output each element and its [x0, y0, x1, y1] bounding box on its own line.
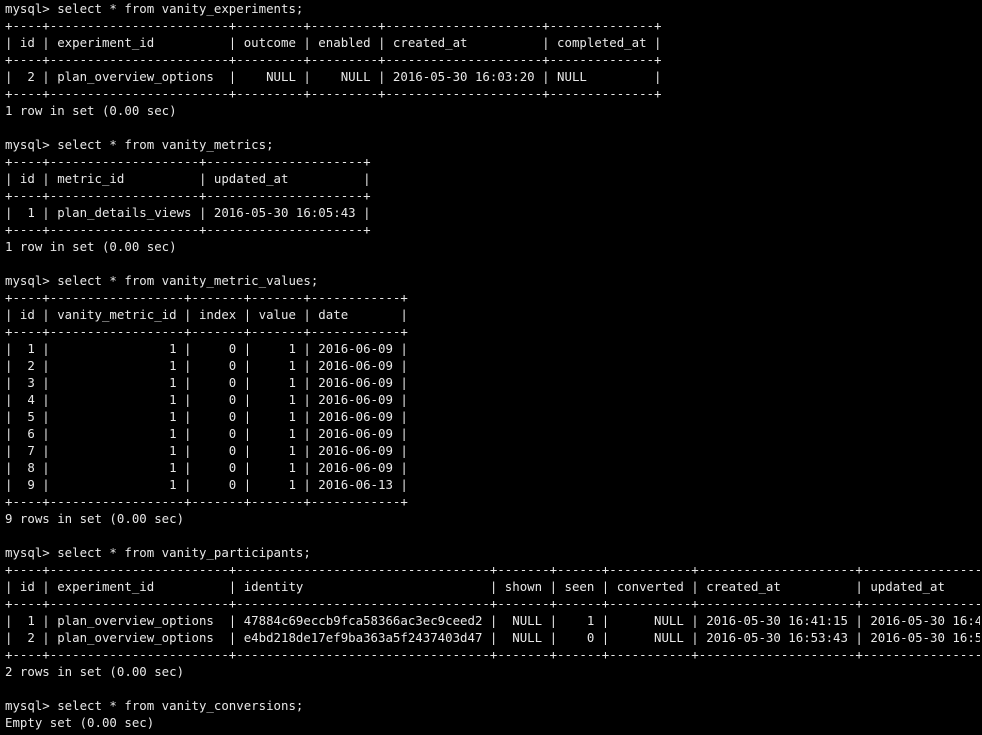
table-header: | id | vanity_metric_id | index | value …: [5, 307, 408, 322]
table-border: +----+------------------------+---------…: [5, 562, 980, 577]
table-border: +----+------------------------+---------…: [5, 52, 662, 67]
table-row: | 7 | 1 | 0 | 1 | 2016-06-09 |: [5, 443, 408, 458]
result-summary: 1 row in set (0.00 sec): [5, 103, 177, 118]
table-header: | id | metric_id | updated_at |: [5, 171, 371, 186]
table-border: +----+--------------------+-------------…: [5, 154, 371, 169]
table-border: +----+------------------+-------+-------…: [5, 494, 408, 509]
table-row: | 6 | 1 | 0 | 1 | 2016-06-09 |: [5, 426, 408, 441]
terminal-output[interactable]: mysql> select * from vanity_experiments;…: [5, 0, 980, 735]
table-row: | 2 | plan_overview_options | e4bd218de1…: [5, 630, 980, 645]
table-header: | id | experiment_id | identity | shown …: [5, 579, 980, 594]
command-line: mysql> select * from vanity_participants…: [5, 545, 311, 560]
table-border: +----+------------------------+---------…: [5, 647, 980, 662]
table-row: | 1 | plan_overview_options | 47884c69ec…: [5, 613, 980, 628]
command-line: mysql> select * from vanity_metrics;: [5, 137, 274, 152]
table-row: | 8 | 1 | 0 | 1 | 2016-06-09 |: [5, 460, 408, 475]
table-border: +----+------------------+-------+-------…: [5, 290, 408, 305]
table-row: | 5 | 1 | 0 | 1 | 2016-06-09 |: [5, 409, 408, 424]
table-border: +----+------------------------+---------…: [5, 18, 662, 33]
table-border: +----+--------------------+-------------…: [5, 222, 371, 237]
table-row: | 3 | 1 | 0 | 1 | 2016-06-09 |: [5, 375, 408, 390]
table-row: | 2 | plan_overview_options | NULL | NUL…: [5, 69, 662, 84]
command-line: mysql> select * from vanity_metric_value…: [5, 273, 319, 288]
command-line: mysql> select * from vanity_conversions;: [5, 698, 304, 713]
table-border: +----+--------------------+-------------…: [5, 188, 371, 203]
result-summary: 9 rows in set (0.00 sec): [5, 511, 185, 526]
table-border: +----+------------------------+---------…: [5, 596, 980, 611]
result-summary: Empty set (0.00 sec): [5, 715, 155, 730]
table-row: | 1 | 1 | 0 | 1 | 2016-06-09 |: [5, 341, 408, 356]
table-row: | 1 | plan_details_views | 2016-05-30 16…: [5, 205, 371, 220]
table-border: +----+------------------------+---------…: [5, 86, 662, 101]
table-header: | id | experiment_id | outcome | enabled…: [5, 35, 662, 50]
command-line: mysql> select * from vanity_experiments;: [5, 1, 304, 16]
result-summary: 2 rows in set (0.00 sec): [5, 664, 185, 679]
result-summary: 1 row in set (0.00 sec): [5, 239, 177, 254]
table-row: | 4 | 1 | 0 | 1 | 2016-06-09 |: [5, 392, 408, 407]
table-border: +----+------------------+-------+-------…: [5, 324, 408, 339]
table-row: | 9 | 1 | 0 | 1 | 2016-06-13 |: [5, 477, 408, 492]
table-row: | 2 | 1 | 0 | 1 | 2016-06-09 |: [5, 358, 408, 373]
